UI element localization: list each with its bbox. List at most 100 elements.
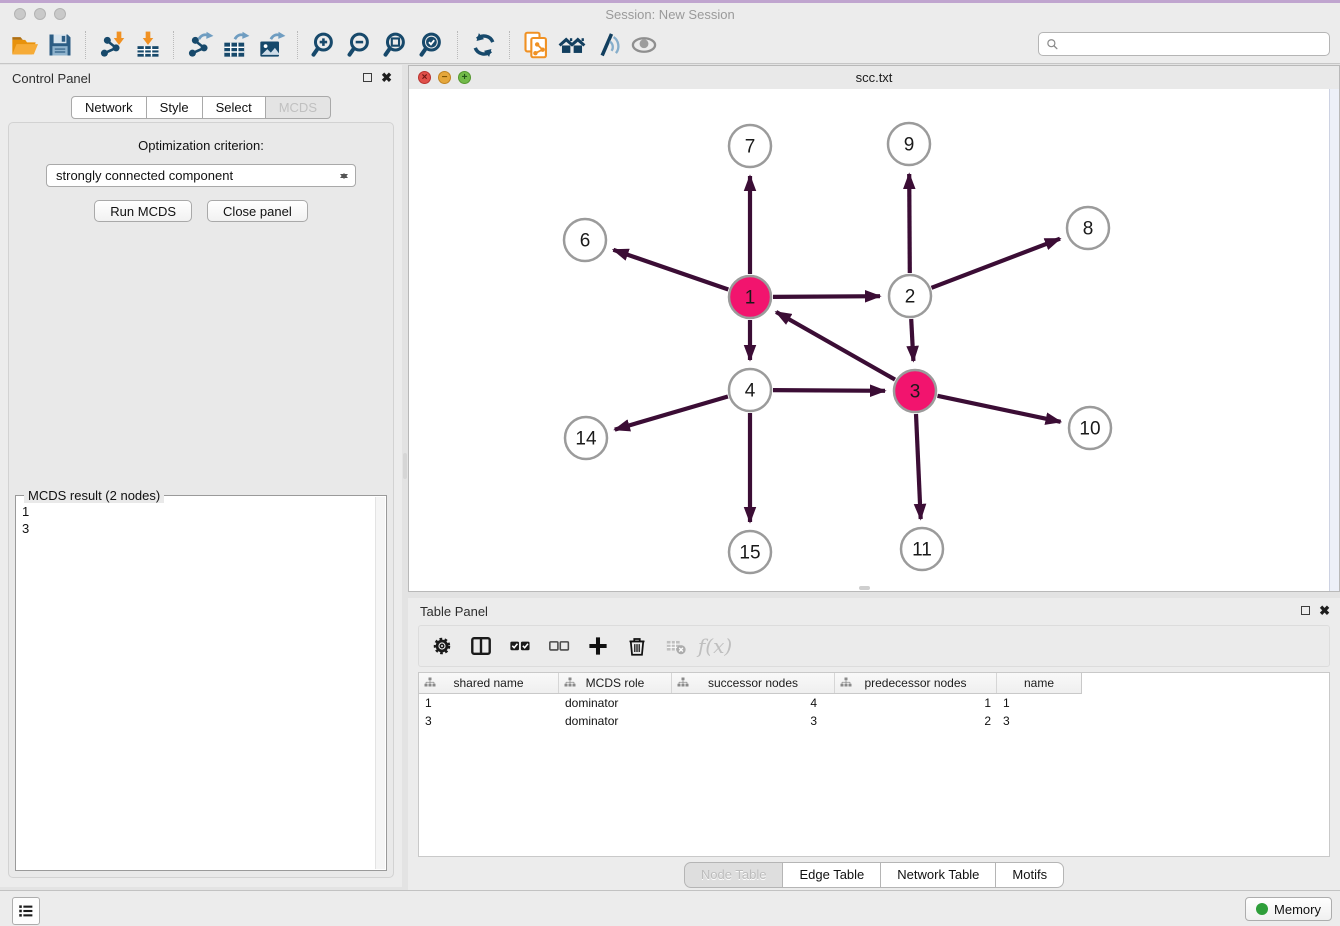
column-header-shared-name[interactable]: shared name xyxy=(419,673,559,693)
toolbar-separator xyxy=(173,31,175,59)
search-input[interactable] xyxy=(1064,33,1329,55)
split-panel-button[interactable] xyxy=(466,631,496,661)
search-box[interactable] xyxy=(1038,32,1330,56)
graph-edge-3-1[interactable] xyxy=(776,312,895,380)
graph-edge-1-2[interactable] xyxy=(773,296,880,297)
add-row-icon xyxy=(587,635,609,657)
tab-node-table[interactable]: Node Table xyxy=(684,862,784,888)
tab-style[interactable]: Style xyxy=(147,96,203,119)
hide-graphics-details-button[interactable] xyxy=(590,29,626,61)
fx-icon: f(x) xyxy=(698,634,732,658)
column-header-MCDS-role[interactable]: MCDS role xyxy=(559,673,672,693)
table-header-row: shared nameMCDS rolesuccessor nodesprede… xyxy=(419,673,1082,694)
criterion-dropdown[interactable]: strongly connected component xyxy=(46,164,356,187)
gear-icon xyxy=(431,635,453,657)
deselect-all-button[interactable] xyxy=(544,631,574,661)
export-table-button[interactable] xyxy=(218,29,254,61)
welcome-homes-button[interactable] xyxy=(554,29,590,61)
graph-edge-3-10[interactable] xyxy=(938,396,1061,422)
mcds-result-list: 1 3 xyxy=(16,497,376,870)
close-panel-icon[interactable]: ✖ xyxy=(1319,605,1330,616)
graph-node-label-4: 4 xyxy=(745,381,756,402)
float-panel-icon[interactable] xyxy=(363,73,372,82)
optimization-criterion-label: Optimization criterion: xyxy=(9,138,393,153)
graph-edge-2-8[interactable] xyxy=(932,239,1061,288)
network-window-titlebar: × − + scc.txt xyxy=(409,66,1339,90)
column-header-name[interactable]: name xyxy=(997,673,1081,693)
import-table-icon xyxy=(134,31,162,59)
fx-button: f(x) xyxy=(700,631,730,661)
table-cell: dominator xyxy=(559,713,672,729)
search-icon xyxy=(1046,38,1059,51)
select-all-button[interactable] xyxy=(505,631,535,661)
close-panel-button[interactable]: Close panel xyxy=(207,200,308,222)
open-session-button[interactable] xyxy=(6,29,42,61)
graph-edge-1-6[interactable] xyxy=(613,250,728,290)
toolbar-separator xyxy=(297,31,299,59)
node-table[interactable]: shared nameMCDS rolesuccessor nodesprede… xyxy=(418,672,1330,857)
mcds-result-group: MCDS result (2 nodes) 1 3 xyxy=(15,495,387,871)
zoom-selected-button[interactable] xyxy=(414,29,450,61)
float-panel-icon[interactable] xyxy=(1301,606,1310,615)
table-cell: 3 xyxy=(672,713,835,729)
tab-select[interactable]: Select xyxy=(203,96,266,119)
memory-button-label: Memory xyxy=(1274,902,1321,917)
tab-network[interactable]: Network xyxy=(71,96,147,119)
show-panel-list-button[interactable] xyxy=(12,897,40,925)
graph-edge-2-9[interactable] xyxy=(909,174,910,273)
tab-edge-table[interactable]: Edge Table xyxy=(783,862,881,888)
network-window-title: scc.txt xyxy=(409,70,1339,85)
deselect-all-icon xyxy=(548,635,570,657)
tab-mcds[interactable]: MCDS xyxy=(266,96,331,119)
control-panel: Control Panel ✖ Network Style Select MCD… xyxy=(0,65,402,887)
tab-network-table[interactable]: Network Table xyxy=(881,862,996,888)
zoom-out-button[interactable] xyxy=(342,29,378,61)
network-canvas[interactable]: 1234678910111415 xyxy=(409,89,1339,591)
run-mcds-button[interactable]: Run MCDS xyxy=(94,200,192,222)
save-session-button[interactable] xyxy=(42,29,78,61)
zoom-fit-button[interactable] xyxy=(378,29,414,61)
welcome-homes-icon xyxy=(558,31,586,59)
clone-network-button[interactable] xyxy=(518,29,554,61)
network-bottom-handle[interactable] xyxy=(859,586,870,590)
tab-motifs[interactable]: Motifs xyxy=(996,862,1064,888)
add-row-button[interactable] xyxy=(583,631,613,661)
network-view-window: × − + scc.txt 1234678910111415 xyxy=(408,65,1340,592)
splitter-handle[interactable] xyxy=(403,453,407,479)
mcds-panel: Optimization criterion: strongly connect… xyxy=(8,122,394,878)
split-panel-icon xyxy=(470,635,492,657)
graph-edge-4-3[interactable] xyxy=(773,390,885,391)
delete-table-icon xyxy=(665,635,687,657)
application-window: Session: New Session Control Panel ✖ Net… xyxy=(0,0,1340,926)
gear-button[interactable] xyxy=(427,631,457,661)
graph-edge-3-11[interactable] xyxy=(916,414,921,519)
import-table-button[interactable] xyxy=(130,29,166,61)
table-row[interactable]: 3dominator323 xyxy=(419,713,1329,729)
table-cell: 1 xyxy=(835,695,997,711)
result-scrollbar[interactable] xyxy=(375,497,385,869)
window-title: Session: New Session xyxy=(0,7,1340,22)
zoom-out-icon xyxy=(346,31,374,59)
export-network-button[interactable] xyxy=(182,29,218,61)
table-row[interactable]: 1dominator411 xyxy=(419,695,1329,711)
network-vertical-scrollbar[interactable] xyxy=(1329,89,1339,591)
table-tabs: Node Table Edge Table Network Table Moti… xyxy=(408,862,1340,888)
graph-node-label-9: 9 xyxy=(904,135,915,156)
graph-edge-2-3[interactable] xyxy=(911,319,913,361)
control-panel-title: Control Panel xyxy=(12,71,91,86)
delete-row-button[interactable] xyxy=(622,631,652,661)
close-panel-icon[interactable]: ✖ xyxy=(381,72,392,83)
export-network-icon xyxy=(186,31,214,59)
graph-edge-4-14[interactable] xyxy=(615,397,728,430)
export-image-button[interactable] xyxy=(254,29,290,61)
memory-button[interactable]: Memory xyxy=(1245,897,1332,921)
show-graphics-details-button[interactable] xyxy=(626,29,662,61)
refresh-layout-button[interactable] xyxy=(466,29,502,61)
table-cell: 1 xyxy=(997,695,1081,711)
zoom-in-button[interactable] xyxy=(306,29,342,61)
graph-node-label-10: 10 xyxy=(1079,419,1100,440)
column-header-successor-nodes[interactable]: successor nodes xyxy=(672,673,835,693)
import-network-button[interactable] xyxy=(94,29,130,61)
export-image-icon xyxy=(258,31,286,59)
column-header-predecessor-nodes[interactable]: predecessor nodes xyxy=(835,673,997,693)
